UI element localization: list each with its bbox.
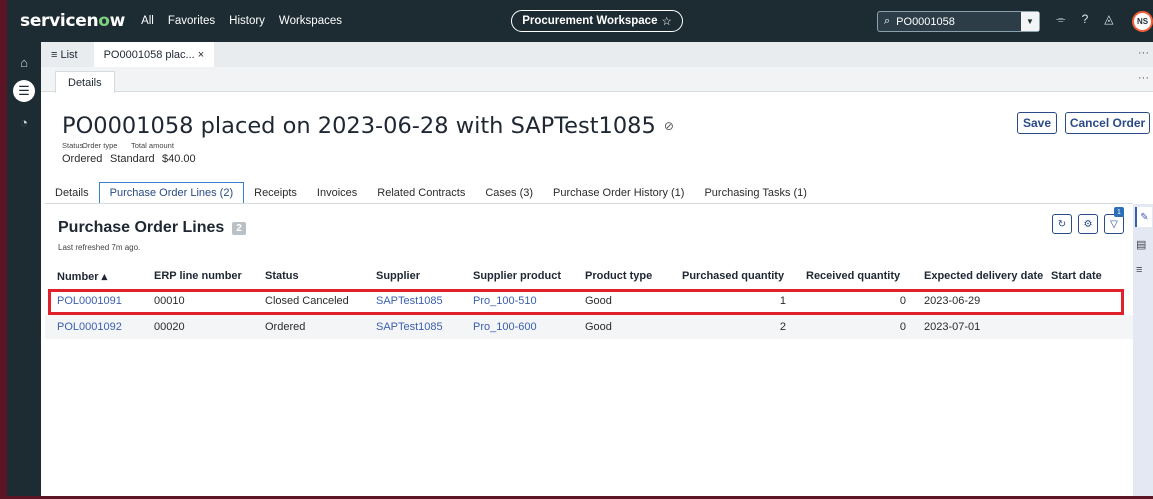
notification-bell-icon[interactable]: ◬ (1104, 12, 1113, 27)
search-input[interactable]: PO0001058 (896, 16, 955, 28)
column-header-supplier-product[interactable]: Supplier product (473, 270, 561, 282)
highlight-box (48, 289, 1124, 315)
cell-received-quantity: 0 (899, 321, 906, 333)
tab-cases[interactable]: Cases (3) (475, 182, 543, 204)
column-header-start-date[interactable]: Start date (1051, 270, 1102, 282)
left-navigation-rail: ⌂ ☰ ◔ (7, 42, 41, 496)
status-value: Ordered (62, 153, 103, 165)
attachment-icon[interactable]: ✎ (1135, 207, 1152, 227)
more-icon[interactable]: ··· (1138, 47, 1149, 59)
tab-list[interactable]: ≡ List (41, 42, 88, 67)
list-icon[interactable]: ☰ (13, 80, 35, 102)
nav-workspaces[interactable]: Workspaces (279, 15, 342, 27)
app-shell: servicenow All Favorites History Workspa… (0, 0, 1153, 499)
global-search[interactable]: ⌕ PO0001058 ▼ (877, 11, 1040, 32)
record-tabs: Details Purchase Order Lines (2) Receipt… (45, 182, 817, 204)
refresh-icon[interactable]: ↻ (1052, 214, 1072, 234)
column-header-product-type[interactable]: Product type (585, 270, 652, 282)
tab-divider (45, 203, 1133, 204)
table-header-row: Number ▴ ERP line number Status Supplier… (45, 264, 1133, 288)
workspace-tab-strip: ≡ List PO0001058 plac... × ··· (41, 42, 1153, 67)
right-context-rail: ✎ ▤ ≡ (1133, 204, 1153, 496)
tag-icon[interactable]: ⊘ (664, 119, 674, 133)
dashboard-icon[interactable]: ◔ (16, 114, 32, 130)
search-scope-dropdown-icon[interactable]: ▼ (1021, 12, 1039, 31)
subtab-details[interactable]: Details (55, 71, 115, 93)
settings-gear-icon[interactable]: ⚙ (1078, 214, 1098, 234)
star-icon[interactable]: ☆ (661, 14, 671, 28)
more-icon[interactable]: ··· (1138, 72, 1149, 84)
nav-history[interactable]: History (229, 15, 265, 27)
search-icon: ⌕ (884, 15, 891, 27)
tab-purchasing-tasks[interactable]: Purchasing Tasks (1) (694, 182, 817, 204)
filter-count-badge: 1 (1114, 207, 1124, 217)
topbar-icons: ⌯ ? ◬ (1056, 12, 1114, 27)
save-button[interactable]: Save (1017, 112, 1057, 134)
total-amount-value: $40.00 (162, 153, 196, 165)
servicenow-logo[interactable]: servicenow (20, 11, 125, 31)
record-subtab-strip: Details ··· (41, 67, 1153, 93)
column-header-erp-line-number[interactable]: ERP line number (154, 270, 242, 282)
cancel-order-button[interactable]: Cancel Order (1065, 112, 1150, 134)
tab-related-contracts[interactable]: Related Contracts (367, 182, 475, 204)
last-refreshed-text: Last refreshed 7m ago. (58, 243, 141, 252)
column-header-received-quantity[interactable]: Received quantity (806, 270, 900, 282)
list-title: Purchase Order Lines (58, 219, 225, 236)
cell-status: Ordered (265, 321, 306, 333)
cell-supplier-product[interactable]: Pro_100-600 (473, 321, 537, 333)
tab-invoices[interactable]: Invoices (307, 182, 367, 204)
document-icon[interactable]: ▤ (1136, 238, 1146, 251)
home-icon[interactable]: ⌂ (16, 54, 32, 70)
cell-expected-delivery-date: 2023-07-01 (924, 321, 981, 333)
user-avatar[interactable]: NS (1132, 11, 1153, 32)
workspace-title: Procurement Workspace (522, 15, 658, 27)
tab-record[interactable]: PO0001058 plac... × (93, 42, 215, 67)
help-icon[interactable]: ? (1082, 12, 1089, 27)
cell-product-type: Good (585, 321, 612, 333)
list-title-row: Purchase Order Lines 2 (58, 219, 246, 237)
menu-icon[interactable]: ≡ (1136, 264, 1142, 276)
filter-icon[interactable]: ▽ (1104, 214, 1124, 234)
column-header-number[interactable]: Number ▴ (57, 270, 107, 283)
record-count-badge: 2 (232, 221, 246, 235)
record-title-row: PO0001058 placed on 2023-06-28 with SAPT… (62, 113, 674, 139)
tab-details[interactable]: Details (45, 182, 99, 204)
cell-erp-line-number: 00020 (154, 321, 185, 333)
column-header-status[interactable]: Status (265, 270, 299, 282)
nav-favorites[interactable]: Favorites (168, 15, 215, 27)
column-header-purchased-quantity[interactable]: Purchased quantity (682, 270, 784, 282)
tab-purchase-order-lines[interactable]: Purchase Order Lines (2) (98, 182, 245, 204)
nav-all[interactable]: All (141, 15, 154, 27)
column-header-expected-delivery-date[interactable]: Expected delivery date (924, 270, 1043, 282)
table-row[interactable]: POL0001092 00020 Ordered SAPTest1085 Pro… (45, 315, 1133, 339)
status-label: Status (62, 141, 84, 150)
workspace-pill[interactable]: Procurement Workspace ☆ (511, 10, 683, 32)
tab-purchase-order-history[interactable]: Purchase Order History (1) (543, 182, 694, 204)
chat-icon[interactable]: ⌯ (1056, 12, 1066, 27)
main-nav: All Favorites History Workspaces (141, 15, 342, 27)
cell-supplier[interactable]: SAPTest1085 (376, 321, 443, 333)
column-header-supplier[interactable]: Supplier (376, 270, 420, 282)
tab-receipts[interactable]: Receipts (244, 182, 307, 204)
total-amount-label: Total amount (131, 141, 174, 150)
top-navigation-bar: servicenow All Favorites History Workspa… (7, 0, 1153, 42)
cell-number[interactable]: POL0001092 (57, 321, 122, 333)
cell-purchased-quantity: 2 (779, 321, 786, 333)
page-title: PO0001058 placed on 2023-06-28 with SAPT… (62, 113, 656, 139)
order-type-label: Order type (82, 141, 118, 150)
order-type-value: Standard (110, 153, 155, 165)
